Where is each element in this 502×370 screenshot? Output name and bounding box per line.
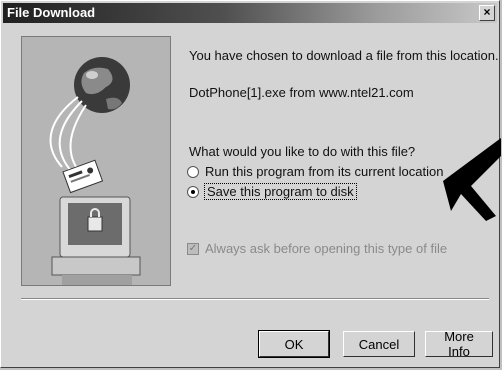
ok-button[interactable]: OK: [258, 330, 330, 358]
run-radio[interactable]: [187, 165, 199, 178]
download-illustration: [21, 36, 171, 286]
always-ask-checkbox[interactable]: ✓: [187, 242, 199, 255]
file-download-dialog: File Download × You have chosen to downl…: [0, 0, 501, 368]
save-radio[interactable]: [187, 185, 199, 198]
save-option-label: Save this program to disk: [204, 183, 357, 200]
window-title: File Download: [7, 5, 96, 20]
more-info-button[interactable]: More Info: [425, 329, 493, 359]
title-bar[interactable]: File Download ×: [3, 3, 497, 23]
globe-to-computer-icon: [22, 37, 170, 285]
question-text: What would you like to do with this file…: [189, 144, 416, 159]
divider: [21, 298, 489, 300]
cancel-button[interactable]: Cancel: [343, 331, 415, 357]
run-option-label: Run this program from its current locati…: [205, 164, 444, 179]
run-option[interactable]: Run this program from its current locati…: [187, 164, 443, 179]
pointer-arrow-icon: [443, 138, 501, 221]
close-button[interactable]: ×: [479, 5, 495, 21]
file-source-text: DotPhone[1].exe from www.ntel21.com: [189, 85, 414, 100]
always-ask-option[interactable]: ✓ Always ask before opening this type of…: [187, 241, 447, 256]
intro-text: You have chosen to download a file from …: [189, 48, 499, 63]
save-option[interactable]: Save this program to disk: [187, 183, 357, 200]
always-ask-label: Always ask before opening this type of f…: [205, 241, 448, 256]
